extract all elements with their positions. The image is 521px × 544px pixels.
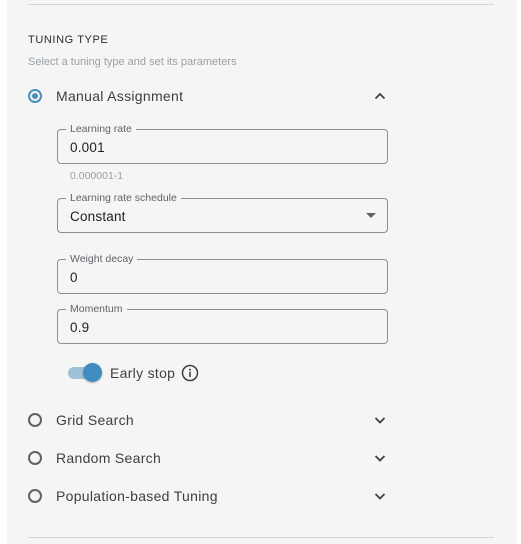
early-stop-toggle[interactable] (68, 363, 102, 383)
radio-grid-search[interactable] (28, 413, 42, 427)
learning-rate-schedule-select[interactable]: Learning rate schedule Constant (57, 191, 388, 233)
radio-population-based-tuning[interactable] (28, 489, 42, 503)
learning-rate-label: Learning rate (66, 122, 136, 136)
option-population-based-tuning[interactable]: Population-based Tuning (28, 484, 388, 508)
learning-rate-value[interactable]: 0.001 (70, 140, 105, 155)
toggle-thumb (83, 363, 102, 382)
caret-down-icon[interactable] (366, 213, 376, 218)
learning-rate-field[interactable]: Learning rate 0.001 (57, 122, 388, 164)
weight-decay-value[interactable]: 0 (70, 270, 78, 285)
weight-decay-field[interactable]: Weight decay 0 (57, 252, 388, 294)
option-manual-assignment[interactable]: Manual Assignment (28, 84, 388, 108)
early-stop-label: Early stop (110, 365, 176, 381)
early-stop-row: Early stop (68, 362, 199, 384)
radio-manual-assignment[interactable] (28, 89, 42, 103)
option-random-search[interactable]: Random Search (28, 446, 388, 470)
section-title: TUNING TYPE (28, 34, 109, 46)
weight-decay-label: Weight decay (66, 252, 138, 266)
info-icon[interactable] (181, 364, 199, 382)
option-grid-search[interactable]: Grid Search (28, 408, 388, 432)
chevron-down-icon[interactable] (372, 488, 388, 504)
chevron-down-icon[interactable] (372, 412, 388, 428)
option-label-random-search: Random Search (56, 450, 162, 466)
learning-rate-schedule-value: Constant (70, 209, 126, 224)
learning-rate-schedule-label: Learning rate schedule (66, 191, 181, 205)
bottom-divider (28, 537, 494, 538)
section-subtitle: Select a tuning type and set its paramet… (28, 56, 237, 68)
radio-random-search[interactable] (28, 451, 42, 465)
option-label-population-based-tuning: Population-based Tuning (56, 488, 218, 504)
momentum-field[interactable]: Momentum 0.9 (57, 302, 388, 344)
top-divider (28, 4, 494, 5)
option-label-grid-search: Grid Search (56, 412, 134, 428)
momentum-value[interactable]: 0.9 (70, 320, 89, 335)
momentum-label: Momentum (66, 302, 127, 316)
option-label-manual-assignment: Manual Assignment (56, 88, 184, 104)
chevron-up-icon[interactable] (372, 88, 388, 104)
learning-rate-hint: 0.000001-1 (70, 170, 124, 182)
chevron-down-icon[interactable] (372, 450, 388, 466)
